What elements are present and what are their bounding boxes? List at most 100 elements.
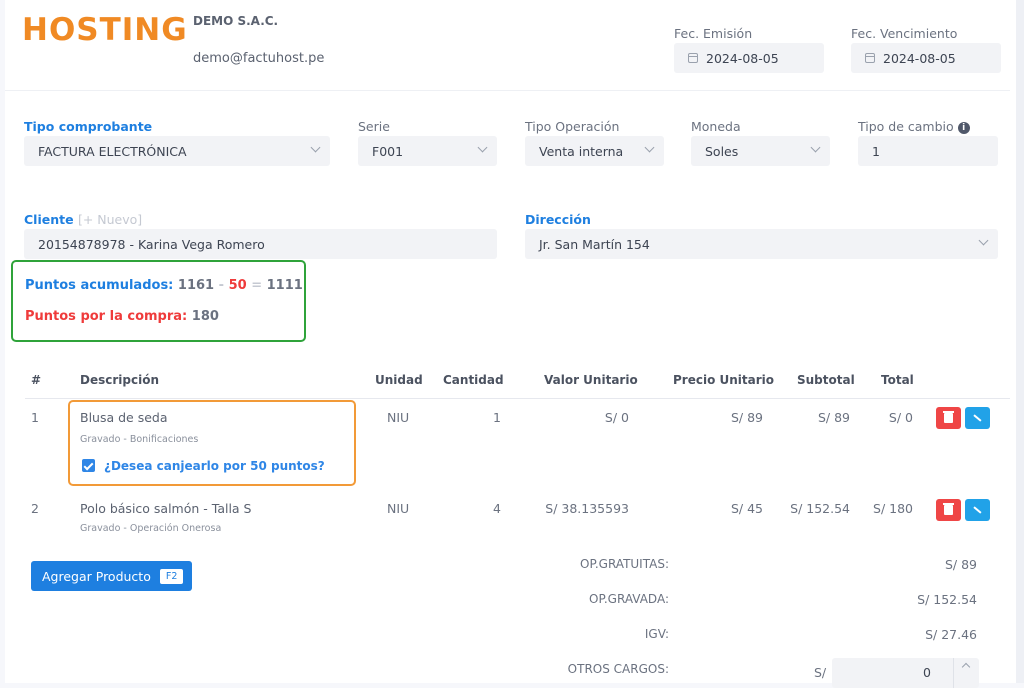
op-gratuitas-label: OP.GRATUITAS: (580, 557, 669, 571)
company-name: DEMO S.A.C. (193, 14, 279, 28)
row-unidad: NIU (387, 410, 410, 425)
tipo-cambio-value: 1 (872, 143, 880, 159)
tipo-cambio-label-text: Tipo de cambio (858, 119, 954, 134)
calendar-icon (865, 53, 875, 63)
add-product-button[interactable]: Agregar Producto F2 (31, 561, 192, 591)
points-purchase: Puntos por la compra: 180 (25, 309, 219, 324)
company-email: demo@factuhost.pe (193, 51, 325, 66)
page-edge (1016, 0, 1024, 683)
otros-cargos-value: 0 (923, 665, 931, 680)
tipo-comprobante-select[interactable]: FACTURA ELECTRÓNICA (24, 136, 330, 166)
row-num: 1 (31, 410, 39, 425)
add-product-label: Agregar Producto (42, 568, 151, 584)
points-minus: - (218, 278, 225, 293)
direccion-label: Dirección (525, 212, 591, 227)
row-unidad: NIU (387, 501, 410, 516)
fec-emision-value: 2024-08-05 (706, 50, 779, 66)
col-header-cantidad: Cantidad (443, 373, 504, 387)
edit-row-button[interactable] (965, 407, 990, 429)
chevron-up-icon[interactable] (961, 662, 971, 672)
nuevo-cliente-link[interactable]: [+ Nuevo] (78, 212, 142, 227)
fec-emision-input[interactable]: 2024-08-05 (674, 43, 824, 73)
points-result-value: 1111 (266, 278, 303, 293)
table-header-divider (25, 398, 1010, 399)
cliente-input[interactable]: 20154878978 - Karina Vega Romero (24, 229, 497, 259)
col-header-precio-unitario: Precio Unitario (673, 373, 775, 387)
otros-cargos-input[interactable]: 0 (832, 658, 979, 688)
row-total: S/ 0 (888, 410, 913, 425)
product-description: Polo básico salmón - Talla S (80, 501, 252, 516)
serie-value: F001 (372, 143, 404, 159)
op-gravada-value: S/ 152.54 (917, 592, 977, 607)
cliente-label: Cliente [+ Nuevo] (24, 212, 142, 227)
moneda-value: Soles (705, 143, 739, 159)
number-stepper[interactable] (953, 658, 979, 688)
cliente-value: 20154878978 - Karina Vega Romero (38, 236, 265, 252)
fec-vencimiento-label: Fec. Vencimiento (851, 26, 958, 41)
brand-logo: HOSTING (22, 12, 188, 48)
moneda-select[interactable]: Soles (691, 136, 830, 166)
points-summary: Puntos acumulados: 1161 - 50 = 1111 Punt… (11, 260, 306, 342)
row-total: S/ 180 (873, 501, 913, 516)
points-equals: = (251, 278, 263, 293)
op-gravada-label: OP.GRAVADA: (589, 592, 669, 606)
serie-select[interactable]: F001 (358, 136, 497, 166)
cliente-label-text: Cliente (24, 212, 74, 227)
col-header-subtotal: Subtotal (797, 373, 855, 387)
tipo-cambio-input[interactable]: 1 (858, 136, 998, 166)
row-valor-unitario: S/ 38.135593 (545, 501, 629, 516)
serie-label: Serie (358, 119, 390, 134)
tipo-cambio-label: Tipo de cambio i (858, 119, 970, 134)
otros-cargos-currency: S/ (814, 665, 827, 680)
redeem-checkbox[interactable] (82, 459, 95, 472)
delete-row-button[interactable] (936, 499, 961, 521)
igv-label: IGV: (644, 627, 669, 641)
product-description: Blusa de seda (80, 410, 168, 425)
redeem-checkbox-label[interactable]: ¿Desea canjearlo por 50 puntos? (104, 459, 325, 473)
points-purchase-value: 180 (191, 309, 219, 324)
col-header-unidad: Unidad (375, 373, 423, 387)
header-divider (5, 90, 1010, 91)
row-cantidad: 4 (493, 501, 501, 516)
row-valor-unitario: S/ 0 (604, 410, 629, 425)
points-redeem-value: 50 (228, 278, 247, 293)
fec-vencimiento-input[interactable]: 2024-08-05 (851, 43, 1001, 73)
chevron-down-icon (978, 235, 989, 246)
row-cantidad: 1 (493, 410, 501, 425)
tipo-comprobante-label: Tipo comprobante (24, 119, 153, 134)
product-tax-type: Gravado - Bonificaciones (80, 434, 199, 445)
col-header-total: Total (881, 373, 914, 387)
chevron-down-icon (810, 142, 821, 153)
product-tax-type: Gravado - Operación Onerosa (80, 523, 222, 534)
op-gratuitas-value: S/ 89 (944, 557, 977, 572)
tipo-operacion-label: Tipo Operación (525, 119, 620, 134)
points-accumulated: Puntos acumulados: 1161 - 50 = 1111 (25, 278, 303, 293)
row-subtotal: S/ 152.54 (790, 501, 850, 516)
edit-row-button[interactable] (965, 499, 990, 521)
otros-cargos-label: OTROS CARGOS: (567, 662, 669, 676)
igv-value: S/ 27.46 (925, 627, 977, 642)
col-header-valor-unitario: Valor Unitario (544, 373, 638, 387)
info-icon[interactable]: i (957, 121, 970, 134)
moneda-label: Moneda (691, 119, 741, 134)
tipo-comprobante-value: FACTURA ELECTRÓNICA (38, 143, 187, 159)
tipo-operacion-select[interactable]: Venta interna (525, 136, 664, 166)
col-header-num: # (31, 373, 42, 387)
chevron-down-icon (477, 142, 488, 153)
row-num: 2 (31, 501, 39, 516)
points-accumulated-value: 1161 (177, 278, 215, 293)
direccion-value: Jr. San Martín 154 (539, 236, 650, 252)
chevron-down-icon (310, 142, 321, 153)
tipo-operacion-value: Venta interna (539, 143, 624, 159)
fec-vencimiento-value: 2024-08-05 (883, 50, 956, 66)
direccion-select[interactable]: Jr. San Martín 154 (525, 229, 998, 259)
fec-emision-label: Fec. Emisión (674, 26, 753, 41)
row-precio-unitario: S/ 45 (730, 501, 763, 516)
col-header-descripcion: Descripción (80, 373, 159, 387)
delete-row-button[interactable] (936, 407, 961, 429)
calendar-icon (688, 53, 698, 63)
chevron-down-icon (644, 142, 655, 153)
row-precio-unitario: S/ 89 (730, 410, 763, 425)
points-accumulated-label: Puntos acumulados: (25, 278, 174, 293)
product-highlight: Blusa de seda Gravado - Bonificaciones ¿… (68, 400, 356, 486)
